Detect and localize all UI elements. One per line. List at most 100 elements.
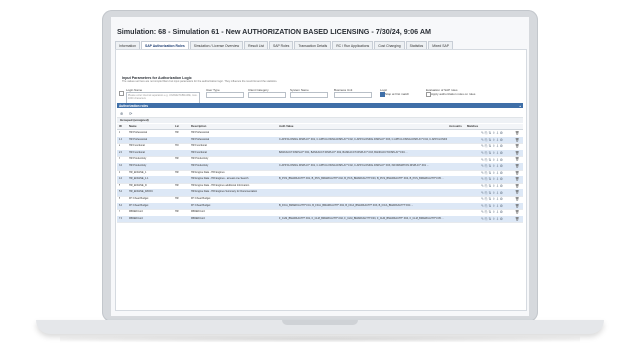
row-auth-value: BANKACCT.DISPLAY*.F01, BANKACCT.DISPLAY*… [279, 150, 408, 154]
group-label: Grouped (unsigned) [120, 118, 149, 122]
params-subtitle: The values set here are not simple filte… [122, 80, 278, 83]
row-id: 7.1 [119, 216, 123, 220]
col-auth-value[interactable]: Auth Value [279, 124, 293, 129]
delete-icon[interactable]: 🗑 [515, 164, 519, 168]
col-name[interactable]: Name [129, 124, 137, 129]
row-name: FBDEKCord [129, 210, 143, 214]
delete-icon[interactable]: 🗑 [515, 210, 519, 214]
collapse-icon[interactable]: ▴ [519, 104, 521, 108]
row-action-icons[interactable]: ✎ ⎘ ⇅ ⇧ ⇩ ⚙ [481, 184, 503, 188]
row-action-icons[interactable]: ✎ ⎘ ⇅ ⇧ ⇩ ⚙ [481, 217, 503, 221]
row-name: HR_ENGINE_1.1 [129, 177, 149, 181]
row-id: 7 [119, 210, 121, 214]
row-id: 6.1 [119, 203, 123, 207]
col-matches[interactable]: Matches [467, 124, 478, 129]
panel-title: Authorization roles [119, 103, 149, 108]
stop-at-first-match-label: Stop at first match [385, 92, 410, 96]
row-description: HR Functional [191, 150, 207, 154]
laptop-shadow [60, 336, 580, 342]
row-name: HR Productivity [129, 157, 147, 161]
row-id: 5.1 [119, 190, 123, 194]
row-id: 3.1 [119, 164, 123, 167]
row-action-icons[interactable]: ✎ ⎘ ⇅ ⇧ ⇩ ⚙ [481, 177, 503, 181]
col-id[interactable]: ID [119, 124, 122, 129]
row-name: HR Functional [129, 144, 145, 148]
delete-icon[interactable]: 🗑 [515, 204, 519, 208]
delete-icon[interactable]: 🗑 [515, 131, 519, 135]
authorization-roles-header: Authorization roles ▴ [117, 103, 523, 108]
login-name-checkbox[interactable] [119, 91, 124, 96]
app-screen: Simulation: 68 - Simulation 61 - New AUT… [111, 17, 529, 316]
row-description: HR Engine Data - HR Engines Summary for … [191, 190, 258, 194]
delete-icon[interactable]: 🗑 [515, 217, 519, 221]
page-title: Simulation: 68 - Simulation 61 - New AUT… [117, 27, 432, 36]
delete-icon[interactable]: 🗑 [515, 151, 519, 155]
col-lic[interactable]: Lic [175, 124, 179, 129]
row-action-icons[interactable]: ✎ ⎘ ⇅ ⇧ ⇩ ⚙ [481, 210, 503, 214]
refresh-icon[interactable]: ⟳ [129, 111, 132, 116]
row-id: 6 [119, 197, 121, 200]
delete-icon[interactable]: 🗑 [515, 171, 519, 175]
row-action-icons[interactable]: ✎ ⎘ ⇅ ⇧ ⇩ ⚙ [481, 191, 503, 195]
add-icon[interactable]: ⊕ [120, 111, 123, 116]
row-action-icons[interactable]: ✎ ⎘ ⇅ ⇧ ⇩ ⚙ [481, 197, 503, 201]
row-description: HR Functional [191, 144, 207, 148]
row-action-icons[interactable]: ✎ ⎘ ⇅ ⇧ ⇩ ⚙ [481, 144, 503, 148]
row-action-icons[interactable]: ✎ ⎘ ⇅ ⇧ ⇩ ⚙ [481, 138, 503, 142]
row-name: HR_ENGINE_1 [129, 170, 147, 174]
row-name: HR_ENGINE_D/DOC [129, 190, 154, 194]
laptop-base-notch [282, 320, 358, 325]
table-row[interactable]: 7.1 FBDEKCord FBDEKCord F_CLM_BMARKAUTH*.F0… [117, 215, 523, 224]
row-action-icons[interactable]: ✎ ⎘ ⇅ ⇧ ⇩ ⚙ [481, 151, 503, 155]
row-auth-value: B_FICA_BMARKAUTH*.F01, B_FICA_BMARKAUTH*… [279, 203, 414, 207]
delete-icon[interactable]: 🗑 [515, 144, 519, 148]
row-action-icons[interactable]: ✎ ⎘ ⇅ ⇧ ⇩ ⚙ [481, 164, 503, 168]
row-lic: HR [175, 157, 179, 161]
user-type-field[interactable] [206, 92, 244, 98]
row-name: HR_ENGINE_D [129, 183, 147, 187]
row-action-icons[interactable]: ✎ ⎘ ⇅ ⇧ ⇩ ⚙ [481, 171, 503, 175]
row-id: 1 [119, 131, 121, 134]
row-description: FBDEKCord [191, 210, 205, 214]
row-description: HR Engine Data - HR Engines [191, 170, 225, 174]
row-lic: HR [175, 183, 179, 187]
business-unit-field[interactable] [334, 92, 372, 98]
row-lic: HR [175, 131, 179, 134]
row-name: FBDEKCord [129, 216, 143, 220]
row-description: HR Engine Data - HR Engines additional I… [191, 183, 250, 187]
client-category-field[interactable] [248, 92, 286, 98]
row-action-icons[interactable]: ✎ ⎘ ⇅ ⇧ ⇩ ⚙ [481, 204, 503, 208]
grid-toolbar: ⊕ ⟳ [117, 109, 523, 118]
row-description: HR Engine Data - HR Engines - at least o… [191, 177, 249, 181]
delete-icon[interactable]: 🗑 [515, 138, 519, 142]
delete-icon[interactable]: 🗑 [515, 190, 519, 194]
delete-icon[interactable]: 🗑 [515, 177, 519, 181]
row-id: 5 [119, 183, 121, 187]
row-lic: HR [175, 197, 179, 200]
col-description[interactable]: Description [191, 124, 206, 129]
row-auth-value: F_CLM_BMARKAUTH*.F01, F_CLM_BMARKAUTH*.F… [279, 216, 444, 220]
row-id: 4 [119, 170, 121, 174]
row-description: HR Professional [191, 131, 210, 134]
row-lic: HO [175, 144, 179, 148]
row-name: FH Cheat Budget [129, 203, 149, 207]
row-name: HR Professional [129, 137, 148, 141]
row-description: FH Cheat Budget [191, 203, 211, 207]
row-name: FH Cheat Budget [129, 197, 149, 200]
delete-icon[interactable]: 🗑 [515, 184, 519, 188]
delete-icon[interactable]: 🗑 [515, 197, 519, 201]
row-name: HR Professional [129, 131, 148, 134]
apply-roles-label: Apply authorization roles on roles [431, 92, 476, 96]
col-accounts[interactable]: Accounts [449, 124, 462, 129]
row-action-icons[interactable]: ✎ ⎘ ⇅ ⇧ ⇩ ⚙ [481, 131, 503, 135]
delete-icon[interactable]: 🗑 [515, 157, 519, 161]
row-description: FBDEKCord [191, 216, 205, 220]
row-lic: HR [175, 170, 179, 174]
row-description: HR Productivity [191, 164, 209, 167]
row-description: FH Cheat Budget [191, 197, 211, 200]
row-action-icons[interactable]: ✎ ⎘ ⇅ ⇧ ⇩ ⚙ [481, 158, 503, 162]
row-lic: HR [175, 210, 179, 214]
system-name-field[interactable] [290, 92, 328, 98]
row-description: HR Professional [191, 137, 210, 141]
row-auth-value: C.APP.CLOSING.DISPLAY*.F01, C.APP.CLOSIN… [279, 137, 447, 141]
